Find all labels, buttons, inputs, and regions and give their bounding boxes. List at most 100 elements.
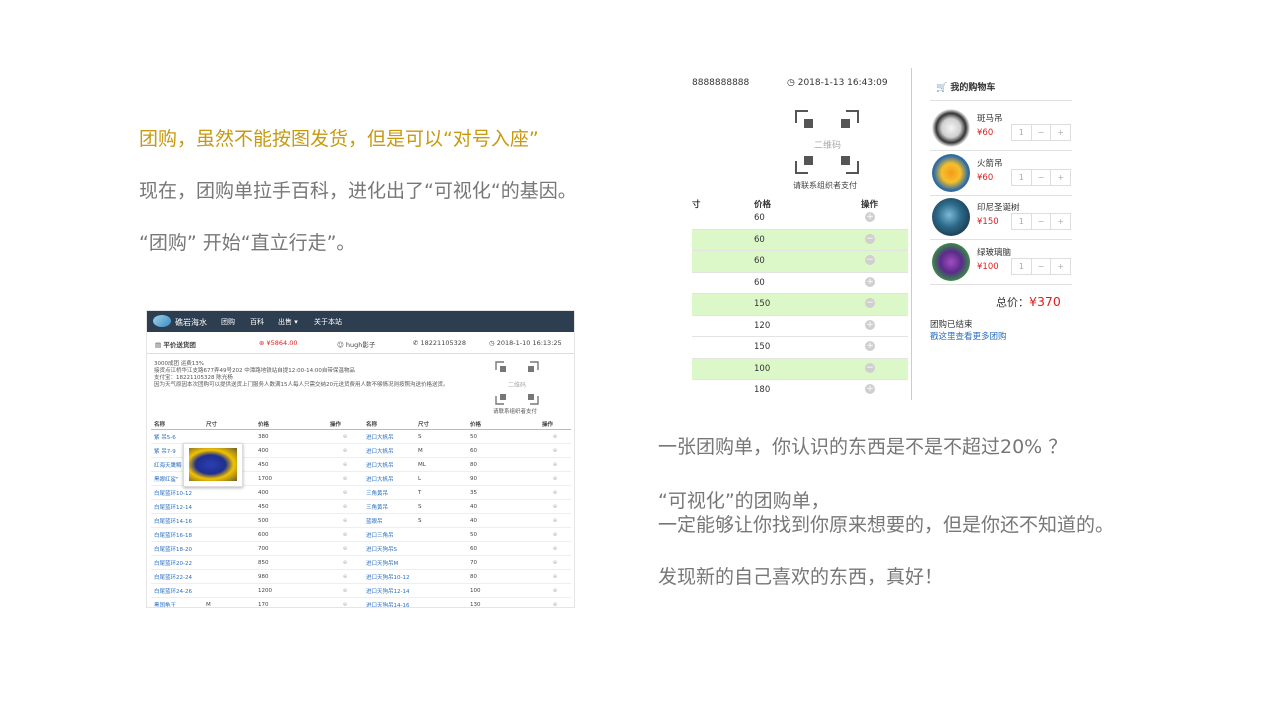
add-to-cart-icon[interactable]: ⊕ xyxy=(539,429,571,444)
quantity-stepper: 1− + xyxy=(1011,124,1071,141)
remove-from-cart-icon[interactable]: − xyxy=(865,233,875,244)
nav-item-group-buy[interactable]: 团购 xyxy=(221,317,235,327)
row-price: 60 xyxy=(754,256,765,266)
site-name[interactable]: 礁岩海水 xyxy=(175,317,207,328)
product-size xyxy=(203,569,255,584)
add-to-cart-icon[interactable]: ⊕ xyxy=(327,555,363,570)
add-to-cart-icon[interactable]: ⊕ xyxy=(327,527,363,542)
remove-from-cart-icon[interactable]: − xyxy=(865,362,875,373)
add-to-cart-icon[interactable]: + xyxy=(865,276,875,287)
row-price: 60 xyxy=(754,277,765,288)
add-to-cart-icon[interactable]: ⊕ xyxy=(327,597,363,607)
product-name-link[interactable]: 白尾蓝环12-14 xyxy=(151,499,203,514)
increment-icon[interactable]: + xyxy=(1051,214,1070,229)
remove-from-cart-icon[interactable]: − xyxy=(865,255,875,265)
product-name-link[interactable]: 白尾蓝环10-12 xyxy=(151,485,203,500)
quantity-input[interactable]: 1 xyxy=(1012,125,1032,140)
nav-item-about[interactable]: 关于本站 xyxy=(314,317,342,327)
group-buy-page-screenshot: 礁岩海水 团购 百科 出售 ▾ 关于本站 ▤ 平价送货团 ⊛ ¥5864.00 … xyxy=(146,310,575,608)
add-to-cart-icon[interactable]: ⊕ xyxy=(327,583,363,598)
add-to-cart-icon[interactable]: ⊕ xyxy=(327,485,363,500)
add-to-cart-icon[interactable]: ⊕ xyxy=(327,569,363,584)
decrement-icon[interactable]: − xyxy=(1032,125,1052,140)
more-group-buys-link[interactable]: 戳这里查看更多团购 xyxy=(930,330,1007,342)
add-to-cart-icon[interactable]: ⊕ xyxy=(539,499,571,514)
cart-item: 绿玻璃脑 ¥100 1− + xyxy=(930,240,1072,284)
product-name-link[interactable]: 进口天狗吊14-16 xyxy=(363,597,415,607)
product-name-link[interactable]: 紫 吊5-6 xyxy=(151,429,203,444)
product-name-link[interactable]: 三角黄吊 xyxy=(363,499,415,514)
site-logo-icon[interactable] xyxy=(153,315,171,327)
add-to-cart-icon[interactable]: ⊕ xyxy=(539,485,571,500)
add-to-cart-icon[interactable]: + xyxy=(865,384,875,394)
add-to-cart-icon[interactable]: ⊕ xyxy=(539,513,571,528)
add-to-cart-icon[interactable]: ⊕ xyxy=(539,527,571,542)
product-price: 40 xyxy=(467,513,539,528)
increment-icon[interactable]: + xyxy=(1051,259,1070,274)
add-to-cart-icon[interactable]: ⊕ xyxy=(539,555,571,570)
add-to-cart-icon[interactable]: ⊕ xyxy=(539,583,571,598)
product-name-link[interactable]: 白尾蓝环16-18 xyxy=(151,527,203,542)
product-thumbnail xyxy=(932,109,970,147)
remove-from-cart-icon[interactable]: − xyxy=(865,298,875,308)
product-name-link[interactable]: 进口天狗吊M xyxy=(363,555,415,570)
product-name-link[interactable]: 白尾蓝环20-22 xyxy=(151,555,203,570)
row-price: 100 xyxy=(754,363,771,374)
decrement-icon[interactable]: − xyxy=(1032,169,1052,185)
product-name-link[interactable]: 白尾蓝环24-26 xyxy=(151,583,203,598)
product-name-link[interactable]: 黑国龟王 xyxy=(151,597,203,607)
add-to-cart-icon[interactable]: ⊕ xyxy=(539,597,571,607)
quantity-input[interactable]: 1 xyxy=(1012,169,1032,185)
quantity-input[interactable]: 1 xyxy=(1012,214,1032,229)
product-price: 170 xyxy=(255,597,327,607)
add-to-cart-icon[interactable]: ⊕ xyxy=(327,471,363,486)
quantity-input[interactable]: 1 xyxy=(1012,258,1032,274)
product-name-link[interactable]: 进口天狗吊S xyxy=(363,541,415,556)
table-row: 白尾蓝环10-12 400 ⊕ 三角黄吊 T 35 ⊕ xyxy=(151,485,571,500)
add-to-cart-icon[interactable]: ⊕ xyxy=(539,457,571,472)
increment-icon[interactable]: + xyxy=(1051,125,1070,140)
decrement-icon[interactable]: − xyxy=(1032,214,1052,229)
product-price: 70 xyxy=(467,555,539,570)
add-to-cart-icon[interactable]: + xyxy=(865,341,875,351)
add-to-cart-icon[interactable]: + xyxy=(865,319,875,330)
product-name-link[interactable]: 进口大帆吊 xyxy=(363,471,415,486)
add-to-cart-icon[interactable]: ⊕ xyxy=(327,513,363,528)
fish-image-popup xyxy=(183,443,243,487)
product-name-link[interactable]: 白尾蓝环22-24 xyxy=(151,569,203,584)
quantity-stepper: 1− + xyxy=(1011,168,1071,186)
product-price: 35 xyxy=(467,485,539,500)
nav-item-wiki[interactable]: 百科 xyxy=(250,317,264,327)
right-line-2: “可视化”的团购单， xyxy=(658,490,830,512)
increment-icon[interactable]: + xyxy=(1051,170,1070,185)
group-ended-status: 团购已结束 xyxy=(930,320,973,330)
add-to-cart-icon[interactable]: ⊕ xyxy=(539,471,571,486)
product-name-link[interactable]: 进口大帆吊 xyxy=(363,429,415,444)
add-to-cart-icon[interactable]: ⊕ xyxy=(327,429,363,444)
add-to-cart-icon[interactable]: ⊕ xyxy=(327,541,363,556)
nav-item-sell[interactable]: 出售 ▾ xyxy=(278,317,298,327)
add-to-cart-icon[interactable]: ⊕ xyxy=(327,443,363,458)
add-to-cart-icon[interactable]: ⊕ xyxy=(539,541,571,556)
product-name-link[interactable]: 三角黄吊 xyxy=(363,485,415,500)
add-to-cart-icon[interactable]: ⊕ xyxy=(327,457,363,472)
product-name-link[interactable]: 白尾蓝环18-20 xyxy=(151,541,203,556)
product-name-link[interactable]: 蓝眼吊 xyxy=(363,513,415,528)
top-navbar: 礁岩海水 团购 百科 出售 ▾ 关于本站 xyxy=(147,311,574,332)
table-header-cell: 尺寸 xyxy=(203,419,255,430)
product-name-link[interactable]: 进口三角吊 xyxy=(363,527,415,542)
add-to-cart-icon[interactable]: ⊕ xyxy=(539,443,571,458)
cart-total: 总价：¥370 xyxy=(996,294,1061,309)
product-name-link[interactable]: 进口天狗吊12-14 xyxy=(363,583,415,598)
divider xyxy=(930,100,1072,101)
product-name-link[interactable]: 进口大帆吊 xyxy=(363,457,415,472)
add-to-cart-icon[interactable]: ⊕ xyxy=(539,569,571,584)
add-to-cart-icon[interactable]: ⊕ xyxy=(327,499,363,514)
product-name-link[interactable]: 进口天狗吊10-12 xyxy=(363,569,415,584)
product-name-link[interactable]: 进口大帆吊 xyxy=(363,443,415,458)
cart-item-price: ¥60 xyxy=(977,172,994,183)
group-time: ◷ 2018-1-10 16:13:25 xyxy=(489,339,562,347)
product-name-link[interactable]: 白尾蓝环14-16 xyxy=(151,513,203,528)
add-to-cart-icon[interactable]: + xyxy=(865,212,875,222)
decrement-icon[interactable]: − xyxy=(1032,258,1052,274)
